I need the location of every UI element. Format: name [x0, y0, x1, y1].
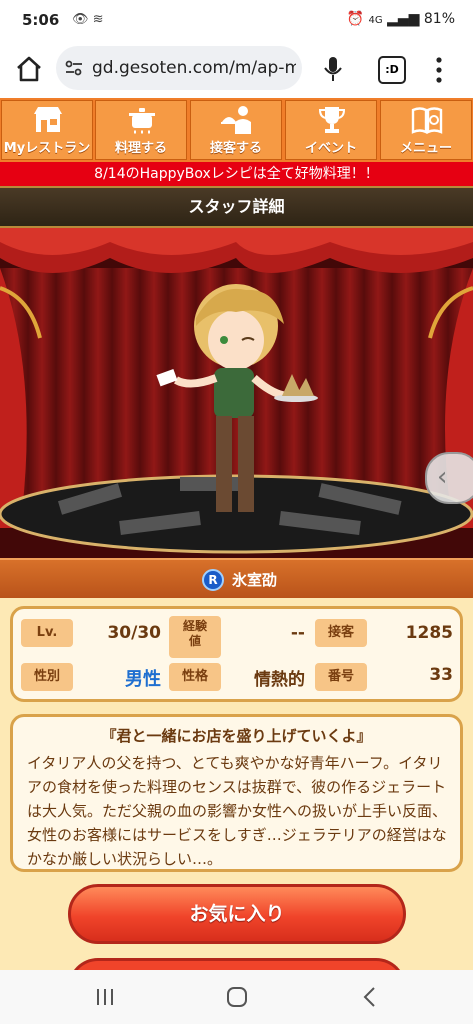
- stage-illustration: [0, 228, 473, 558]
- nav-serve[interactable]: 接客する: [190, 100, 282, 160]
- number-value: 33: [429, 665, 453, 685]
- lv-value: 30/30: [107, 623, 161, 643]
- restaurant-icon: [34, 107, 62, 132]
- network-label: 4G: [368, 15, 383, 26]
- exp-label: 経験 値: [169, 616, 221, 658]
- nav-event[interactable]: イベント: [285, 100, 377, 160]
- trophy-icon: [318, 107, 346, 133]
- gender-label: 性別: [21, 663, 73, 691]
- game-nav-bar: Myレストラン 料理する 接客する イベント メニュー: [0, 98, 473, 162]
- nav-cook[interactable]: 料理する: [95, 100, 187, 160]
- notification-icons: 👁 ≋: [72, 12, 104, 27]
- system-nav-bar: [0, 970, 473, 1024]
- lv-label: Lv.: [21, 619, 73, 647]
- cooking-pot-icon: [129, 108, 155, 134]
- home-icon[interactable]: [14, 54, 44, 84]
- url-field[interactable]: gd.gesoten.com/m/ap-m: [56, 46, 302, 90]
- menu-book-icon: [411, 107, 443, 134]
- microphone-icon[interactable]: [322, 55, 344, 83]
- nav-menu[interactable]: メニュー: [380, 100, 472, 160]
- more-options-icon[interactable]: [436, 56, 442, 84]
- nav-label: メニュー: [399, 141, 452, 156]
- stats-panel: Lv. 30/30 経験 値 -- 接客 1285 性別 男性 性格 情熱的 番…: [10, 606, 463, 702]
- staff-description: イタリア人の父を持つ、とても爽やかな好青年ハーフ。イタリアの食材を使った料理のセ…: [27, 754, 448, 868]
- nav-my-restaurant[interactable]: Myレストラン: [1, 100, 93, 160]
- status-time: 5:06: [22, 11, 60, 29]
- chevron-left-icon: ‹: [437, 462, 448, 492]
- staff-name: 氷室劭: [232, 571, 278, 589]
- signal-icon: ▂▄▆: [387, 11, 420, 27]
- status-bar: 5:06 👁 ≋ ⏰ 4G ▂▄▆ 81%: [0, 0, 473, 42]
- nav-label: 料理する: [114, 141, 167, 156]
- waiter-icon: [221, 106, 251, 134]
- rarity-badge: R: [202, 569, 224, 591]
- next-staff-button[interactable]: ‹: [425, 452, 473, 504]
- favorite-button[interactable]: お気に入り: [68, 884, 406, 944]
- personality-value: 情熱的: [254, 670, 305, 690]
- alarm-icon: ⏰: [346, 11, 365, 27]
- service-label: 接客: [315, 619, 367, 647]
- exp-label-line2: 値: [188, 634, 201, 648]
- nav-label: 接客する: [209, 141, 262, 156]
- tab-switcher-button[interactable]: :D: [378, 56, 406, 84]
- service-value: 1285: [405, 623, 453, 643]
- nav-label: Myレストラン: [3, 141, 91, 156]
- page-title: スタッフ詳細: [0, 186, 473, 228]
- status-right: ⏰ 4G ▂▄▆ 81%: [347, 11, 455, 27]
- profile-panel: 『君と一緒にお店を盛り上げていくよ』 イタリア人の父を持つ、とても爽やかな好青年…: [10, 714, 463, 872]
- nav-label: イベント: [304, 141, 357, 156]
- browser-toolbar: gd.gesoten.com/m/ap-m :D: [0, 42, 473, 98]
- gender-value: 男性: [125, 669, 161, 690]
- home-nav-icon[interactable]: [226, 986, 248, 1008]
- battery-level: 81%: [423, 11, 455, 27]
- exp-value: --: [290, 623, 305, 643]
- character-stage: ‹: [0, 228, 473, 558]
- back-icon[interactable]: [362, 986, 376, 1008]
- personality-label: 性格: [169, 663, 221, 691]
- announcement-banner[interactable]: 8/14のHappyBoxレシピは全て好物料理！！: [0, 162, 473, 186]
- recent-apps-icon[interactable]: [95, 987, 115, 1007]
- staff-detail-content: Lv. 30/30 経験 値 -- 接客 1285 性別 男性 性格 情熱的 番…: [0, 598, 473, 988]
- url-text: gd.gesoten.com/m/ap-m: [92, 58, 296, 78]
- site-settings-icon[interactable]: [64, 58, 84, 78]
- number-label: 番号: [315, 663, 367, 691]
- exp-label-line1: 経験: [182, 619, 207, 633]
- staff-name-bar: R 氷室劭: [0, 558, 473, 598]
- staff-quote: 『君と一緒にお店を盛り上げていくよ』: [101, 727, 372, 745]
